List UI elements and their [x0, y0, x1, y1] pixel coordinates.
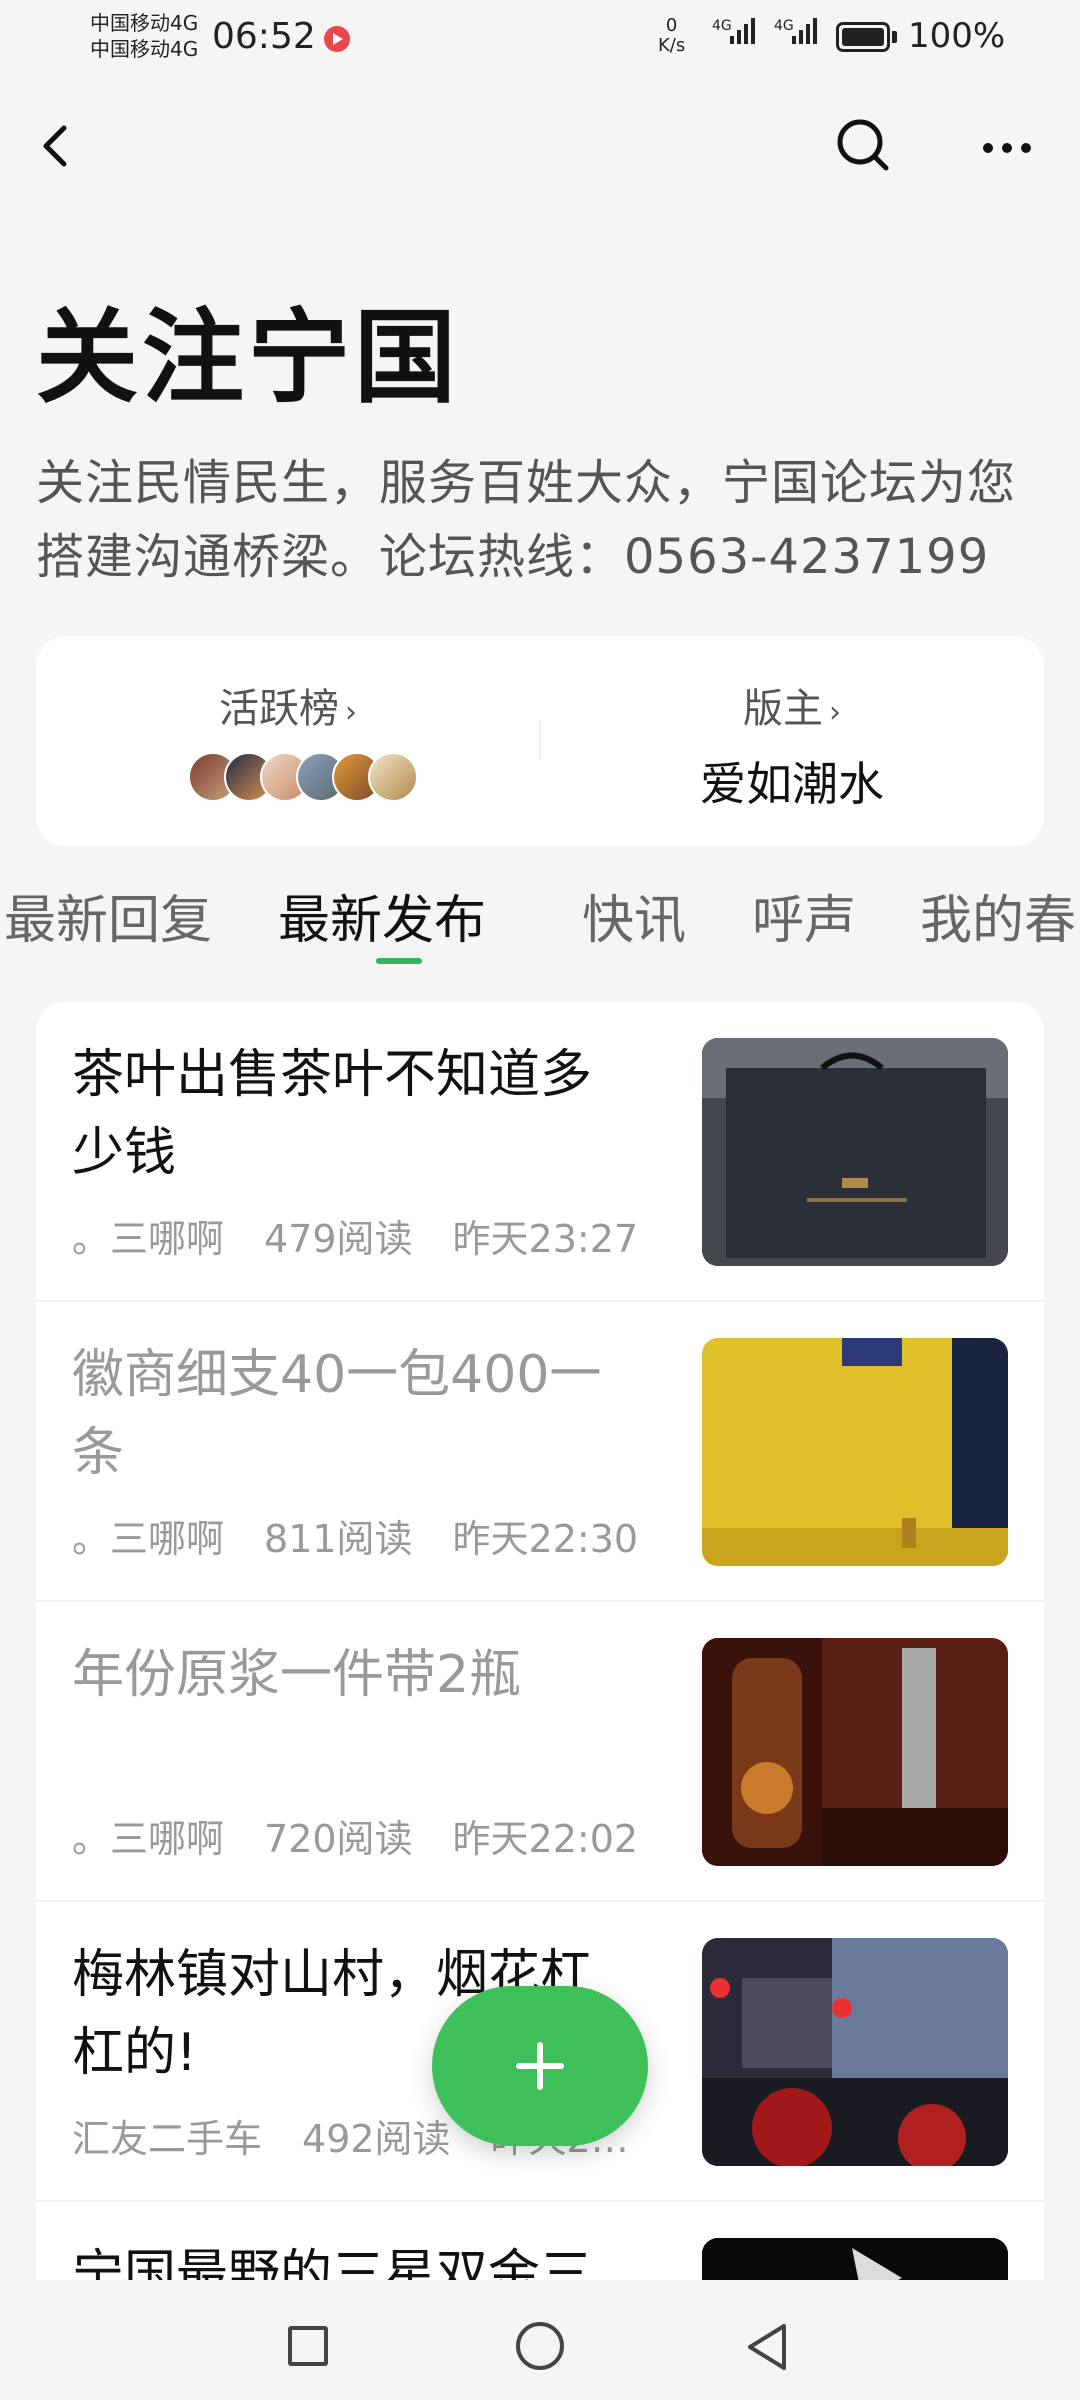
list-item[interactable]: 年份原浆一件带2瓶 。三哪啊 720阅读 昨天22:02 [36, 1602, 1044, 1902]
post-title-line: 年份原浆一件带2瓶 [72, 1645, 522, 1705]
post-thumbnail [702, 1338, 1008, 1566]
net-speed-unit: K/s [658, 35, 686, 56]
battery-percent: 100% [908, 16, 1006, 56]
recents-button[interactable] [288, 2326, 328, 2366]
post-thumbnail [702, 1638, 1008, 1866]
battery-tip [892, 31, 897, 43]
post-meta: 。三哪啊 720阅读 昨天22:02 [72, 1808, 712, 1863]
tab-active-indicator [376, 958, 422, 964]
clock: 06:52 [212, 16, 316, 57]
post-reads: 492阅读 [302, 2117, 451, 2161]
post-title: 茶叶出售茶叶不知道多 少钱 [72, 1036, 672, 1192]
post-author: 汇友二手车 [72, 2117, 263, 2161]
post-reads: 811阅读 [264, 1517, 413, 1561]
signal-2-tag: 4G [774, 18, 794, 34]
tab-voice[interactable]: 呼声 [752, 878, 856, 953]
signal-1-icon [730, 18, 758, 44]
create-post-button[interactable] [432, 1986, 648, 2146]
plus-icon-vertical [537, 2042, 543, 2090]
net-speed-value: 0 [665, 15, 678, 36]
post-title-line: 徽商细支40一包400一 [72, 1345, 602, 1405]
active-ranking-label: 活跃榜 › [36, 676, 540, 734]
active-ranking-text: 活跃榜 [219, 686, 339, 732]
net-speed: 0 K/s [658, 16, 685, 56]
post-title: 年份原浆一件带2瓶 [72, 1636, 672, 1714]
post-thumbnail [702, 1938, 1008, 2166]
post-time: 昨天22:30 [452, 1517, 639, 1561]
system-back-button[interactable] [742, 2320, 792, 2374]
chevron-right-icon: › [829, 695, 841, 730]
moderator-name: 爱如潮水 [700, 757, 884, 811]
tab-latest-post[interactable]: 最新发布 [278, 878, 486, 953]
forum-info-card: 活跃榜 › 版主 › 爱如潮水 [36, 636, 1044, 846]
more-horizontal-icon [983, 143, 1031, 153]
post-meta: 。三哪啊 479阅读 昨天23:27 [72, 1208, 712, 1263]
post-author: 。三哪啊 [72, 1817, 225, 1861]
battery-icon [836, 22, 890, 52]
active-user-avatars [188, 752, 418, 804]
avatar [368, 752, 418, 802]
carrier-info: 中国移动4G 中国移动4G [90, 10, 198, 62]
carrier-1: 中国移动4G [90, 11, 199, 35]
post-title: 徽商细支40一包400一 条 [72, 1336, 672, 1492]
signal-1-tag: 4G [712, 18, 732, 34]
tab-my-spring[interactable]: 我的春 [920, 878, 1076, 953]
signal-2-icon [792, 18, 820, 44]
moderator-entry[interactable]: 版主 › 爱如潮水 [540, 636, 1044, 846]
list-item[interactable]: 徽商细支40一包400一 条 。三哪啊 811阅读 昨天22:30 [36, 1302, 1044, 1602]
description-line-2: 搭建沟通桥梁。论坛热线：0563-4237199 [36, 529, 990, 585]
more-button[interactable] [972, 112, 1042, 178]
carrier-2: 中国移动4G [90, 37, 199, 61]
system-nav-bar [0, 2280, 1080, 2400]
post-author: 。三哪啊 [72, 1517, 225, 1561]
post-title-line: 条 [72, 1423, 125, 1483]
list-item[interactable]: 茶叶出售茶叶不知道多 少钱 。三哪啊 479阅读 昨天23:27 [36, 1002, 1044, 1302]
back-button[interactable] [30, 110, 90, 180]
post-time: 昨天22:02 [452, 1817, 639, 1861]
post-time: 昨天23:27 [452, 1217, 639, 1261]
post-reads: 479阅读 [264, 1217, 413, 1261]
moderator-label: 版主 › [540, 676, 1044, 734]
page-title: 关注宁国 [36, 299, 460, 418]
tab-news-flash[interactable]: 快讯 [582, 878, 686, 953]
active-ranking-entry[interactable]: 活跃榜 › [36, 636, 540, 846]
page-description: 关注民情民生，服务百姓大众，宁国论坛为您 搭建沟通桥梁。论坛热线：0563-42… [36, 446, 1046, 594]
search-icon [837, 119, 889, 171]
screen-record-icon [324, 26, 350, 52]
post-author: 。三哪啊 [72, 1217, 225, 1261]
post-meta: 。三哪啊 811阅读 昨天22:30 [72, 1508, 712, 1563]
chevron-left-icon [43, 125, 67, 167]
moderator-label-text: 版主 [743, 686, 823, 732]
chevron-right-icon: › [345, 695, 357, 730]
post-title-line: 茶叶出售茶叶不知道多 [72, 1045, 593, 1105]
post-reads: 720阅读 [264, 1817, 413, 1861]
description-line-1: 关注民情民生，服务百姓大众，宁国论坛为您 [36, 455, 1017, 511]
status-bar: 中国移动4G 中国移动4G 06:52 0 K/s 4G 4G 100% [0, 0, 1080, 80]
tab-latest-reply[interactable]: 最新回复 [4, 878, 212, 953]
post-title-line: 少钱 [72, 1123, 177, 1183]
home-button[interactable] [516, 2322, 564, 2370]
post-thumbnail [702, 1038, 1008, 1266]
search-button[interactable] [830, 112, 896, 178]
tab-bar: 最新回复 最新发布 快讯 呼声 我的春 [0, 870, 1080, 980]
